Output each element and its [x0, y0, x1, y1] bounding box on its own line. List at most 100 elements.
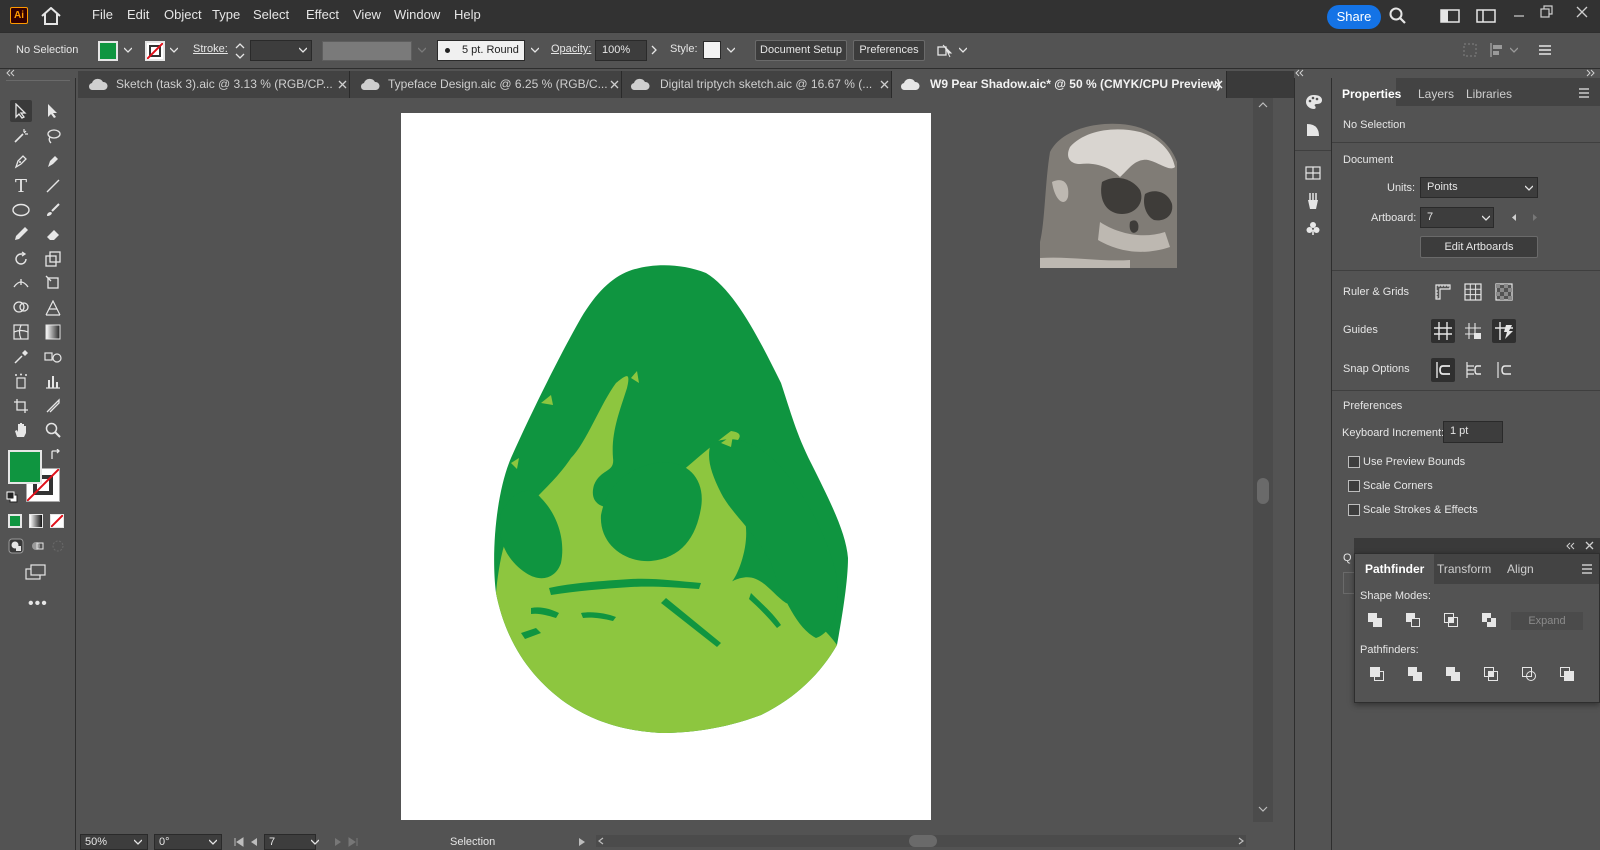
chevron-down-icon[interactable] [299, 47, 307, 55]
lasso-tool-icon[interactable] [42, 125, 64, 147]
eyedropper-tool-icon[interactable] [10, 346, 32, 368]
arrange-icon[interactable] [937, 43, 955, 59]
gradient-tool-icon[interactable] [42, 321, 64, 343]
scale-tool-icon[interactable] [42, 248, 64, 270]
hand-tool-icon[interactable] [10, 419, 32, 441]
minimize-icon[interactable] [1513, 8, 1525, 20]
stroke-stepper-icon[interactable] [234, 41, 246, 61]
trim-icon[interactable] [1407, 666, 1423, 682]
column-graph-tool-icon[interactable] [42, 370, 64, 392]
share-button[interactable]: Share [1327, 5, 1381, 29]
menu-type[interactable]: Type [212, 7, 240, 22]
scale-corners-checkbox[interactable] [1348, 480, 1360, 492]
pathfinder-titlebar[interactable] [1354, 538, 1600, 553]
show-guides-icon[interactable] [1431, 319, 1455, 343]
artboard[interactable] [401, 113, 931, 820]
panel-menu-icon[interactable] [1578, 88, 1590, 98]
outline-icon[interactable] [1521, 666, 1537, 682]
use-preview-bounds-checkbox[interactable] [1348, 456, 1360, 468]
minus-back-icon[interactable] [1559, 666, 1575, 682]
preferences-button[interactable]: Preferences [853, 40, 925, 61]
chevron-down-icon[interactable] [727, 47, 735, 55]
tab-digital-triptych[interactable]: Digital triptych sketch.aic @ 16.67 % (.… [622, 71, 892, 98]
intersect-icon[interactable] [1443, 612, 1459, 628]
swatches-icon[interactable] [1305, 166, 1321, 180]
tab-sketch-task3[interactable]: Sketch (task 3).aic @ 3.13 % (RGB/CP... [78, 71, 350, 98]
perspective-grid-tool-icon[interactable] [42, 297, 64, 319]
menu-object[interactable]: Object [164, 7, 202, 22]
magic-wand-tool-icon[interactable] [10, 125, 32, 147]
direct-selection-tool-icon[interactable] [42, 100, 64, 122]
exclude-icon[interactable] [1481, 612, 1497, 628]
close-tab-icon[interactable] [880, 80, 889, 89]
draw-inside-icon[interactable] [50, 538, 66, 554]
menu-view[interactable]: View [353, 7, 381, 22]
divide-icon[interactable] [1369, 666, 1385, 682]
chevron-down-icon[interactable] [124, 47, 132, 55]
grid-icon[interactable] [1464, 283, 1482, 301]
width-tool-icon[interactable] [10, 272, 32, 294]
vertical-scrollbar[interactable] [1253, 98, 1273, 822]
previous-artboard-icon[interactable] [250, 837, 258, 847]
fill-color-swatch[interactable] [8, 450, 42, 484]
variable-width-profile[interactable] [322, 41, 412, 61]
eraser-tool-icon[interactable] [42, 223, 64, 245]
crop-icon[interactable] [1483, 666, 1499, 682]
chevron-down-icon[interactable] [209, 839, 217, 845]
menu-window[interactable]: Window [394, 7, 440, 22]
opacity-field[interactable]: 100% [595, 40, 647, 61]
symbol-sprayer-tool-icon[interactable] [10, 370, 32, 392]
artboard-navigator-field[interactable]: 7 [264, 834, 316, 850]
document-setup-button[interactable]: Document Setup [755, 40, 847, 61]
brush-definition-field[interactable]: 5 pt. Round [437, 40, 525, 61]
screen-mode-icon[interactable] [25, 564, 47, 580]
draw-normal-icon[interactable] [8, 538, 24, 554]
opacity-label[interactable]: Opacity: [551, 43, 591, 55]
fill-swatch[interactable] [98, 41, 118, 61]
horizontal-scrollbar[interactable] [596, 835, 1246, 847]
menu-effect[interactable]: Effect [306, 7, 339, 22]
tab-w9-pear-shadow[interactable]: W9 Pear Shadow.aic* @ 50 % (CMYK/CPU Pre… [892, 71, 1227, 98]
tab-transform[interactable]: Transform [1427, 554, 1501, 584]
brushes-icon[interactable] [1305, 192, 1321, 210]
free-transform-tool-icon[interactable] [42, 272, 64, 294]
stroke-label[interactable]: Stroke: [193, 43, 228, 55]
curvature-tool-icon[interactable] [42, 150, 64, 172]
menu-edit[interactable]: Edit [127, 7, 149, 22]
gradient-mode-icon[interactable] [29, 514, 43, 528]
keyboard-increment-field[interactable]: 1 pt [1443, 421, 1503, 443]
units-select[interactable]: Points [1420, 177, 1538, 198]
snap-to-pixel-icon[interactable] [1495, 361, 1513, 379]
vertical-scroll-thumb[interactable] [1257, 478, 1269, 504]
snap-to-point-icon[interactable] [1431, 358, 1455, 382]
symbols-icon[interactable] [1305, 220, 1321, 236]
search-icon[interactable] [1389, 7, 1407, 25]
lock-guides-icon[interactable] [1464, 322, 1482, 340]
menu-file[interactable]: File [92, 7, 113, 22]
merge-icon[interactable] [1445, 666, 1461, 682]
color-mode-icon[interactable] [8, 514, 22, 528]
artboard-tool-icon[interactable] [10, 395, 32, 417]
draw-behind-icon[interactable] [29, 538, 45, 554]
color-panel-icon[interactable] [1305, 94, 1323, 110]
tab-libraries[interactable]: Libraries [1466, 87, 1512, 101]
minus-front-icon[interactable] [1405, 612, 1421, 628]
color-guide-icon[interactable] [1305, 122, 1321, 138]
chevron-down-icon[interactable] [1525, 185, 1533, 191]
home-icon[interactable] [40, 7, 62, 25]
canvas[interactable] [78, 98, 1274, 838]
chevron-down-icon[interactable] [134, 839, 142, 845]
previous-artboard-icon[interactable] [1511, 213, 1517, 222]
first-artboard-icon[interactable] [234, 837, 244, 847]
workspace-switcher-icon[interactable] [1476, 9, 1496, 23]
restore-icon[interactable] [1540, 5, 1554, 19]
tab-properties[interactable]: Properties [1342, 87, 1401, 101]
unite-icon[interactable] [1367, 612, 1383, 628]
default-fill-stroke-icon[interactable] [6, 491, 18, 503]
chevron-down-icon[interactable] [959, 47, 967, 55]
type-tool-icon[interactable]: T [10, 175, 32, 197]
tab-typeface-design[interactable]: Typeface Design.aic @ 6.25 % (RGB/C... [350, 71, 622, 98]
ruler-icon[interactable] [1434, 283, 1452, 301]
chevron-down-icon[interactable] [170, 47, 178, 55]
edit-artboards-button[interactable]: Edit Artboards [1420, 236, 1538, 258]
